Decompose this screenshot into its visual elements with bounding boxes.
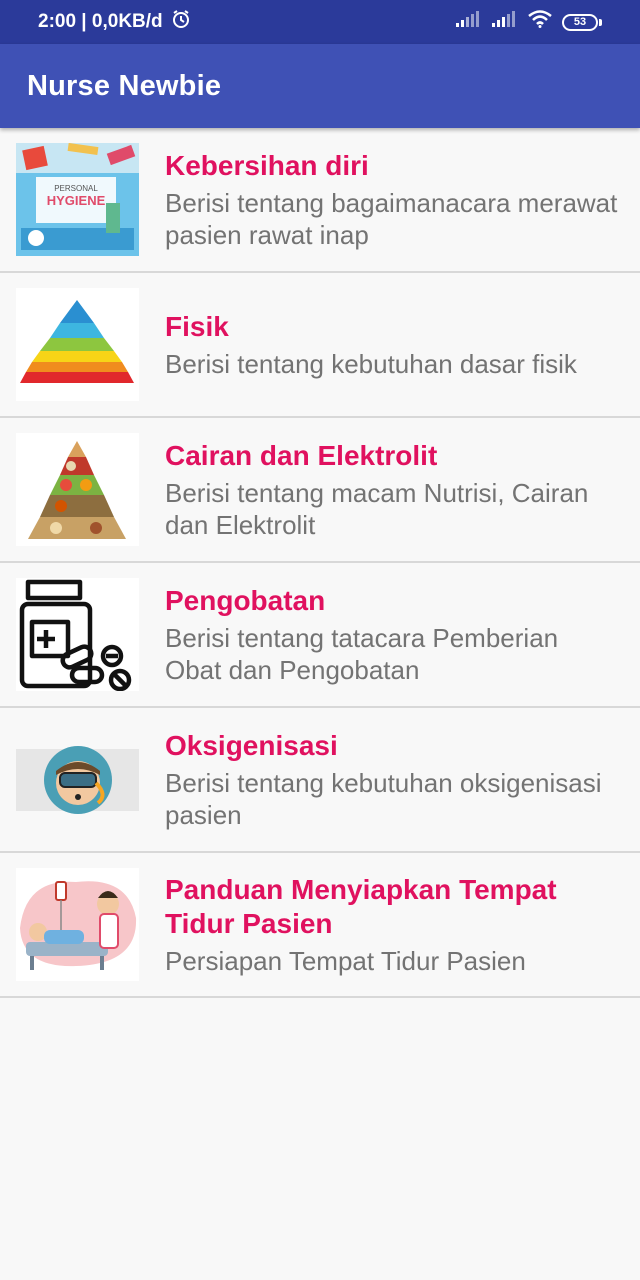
status-bar: 2:00 | 0,0KB/d 53	[0, 0, 640, 44]
app-title: Nurse Newbie	[27, 69, 222, 102]
item-description: Berisi tentang bagaimanacara merawat pas…	[165, 187, 618, 250]
battery-icon: 53	[562, 13, 602, 31]
item-title: Cairan dan Elektrolit	[165, 439, 438, 471]
svg-text:PERSONAL: PERSONAL	[54, 184, 98, 193]
list-item-kebersihan-diri[interactable]: PERSONAL HYGIENE Kebersihan diri Berisi …	[0, 128, 640, 273]
status-time-speed: 2:00 | 0,0KB/d	[38, 11, 163, 32]
list-item-panduan-tempat-tidur[interactable]: Panduan Menyiapkan Tempat Tidur Pasien P…	[0, 853, 640, 998]
item-description: Berisi tentang kebutuhan oksigenisasi pa…	[165, 767, 602, 830]
item-title: Pengobatan	[165, 584, 326, 616]
status-right: 53	[456, 10, 602, 34]
topic-list: PERSONAL HYGIENE Kebersihan diri Berisi …	[0, 128, 640, 998]
item-title: Kebersihan diri	[165, 149, 369, 181]
signal-icon	[456, 11, 482, 33]
item-text: Cairan dan Elektrolit Berisi tentang mac…	[165, 439, 640, 541]
item-description: Berisi tentang macam Nutrisi, Cairan dan…	[165, 477, 589, 540]
item-title: Oksigenisasi	[165, 729, 338, 761]
signal-icon-2	[492, 11, 518, 33]
item-title: Fisik	[165, 310, 229, 342]
list-item-oksigenisasi[interactable]: Oksigenisasi Berisi tentang kebutuhan ok…	[0, 708, 640, 853]
status-left: 2:00 | 0,0KB/d	[38, 9, 191, 35]
battery-level: 53	[562, 13, 598, 31]
app-bar: Nurse Newbie	[0, 44, 640, 128]
wifi-icon	[528, 10, 552, 34]
personal-hygiene-image: PERSONAL HYGIENE	[16, 143, 139, 256]
diver-mask-image	[16, 723, 139, 836]
item-text: Panduan Menyiapkan Tempat Tidur Pasien P…	[165, 873, 640, 977]
alarm-icon	[171, 9, 191, 35]
item-description: Berisi tentang tatacara Pemberian Obat d…	[165, 622, 559, 685]
maslow-pyramid-image	[16, 288, 139, 401]
food-pyramid-image	[16, 433, 139, 546]
item-text: Fisik Berisi tentang kebutuhan dasar fis…	[165, 310, 597, 380]
item-text: Pengobatan Berisi tentang tatacara Pembe…	[165, 584, 640, 686]
item-text: Kebersihan diri Berisi tentang bagaimana…	[165, 149, 640, 251]
medicine-bottle-image	[16, 578, 139, 691]
nurse-patient-bed-image	[16, 868, 139, 981]
battery-cap	[599, 18, 602, 26]
list-item-cairan-dan-elektrolit[interactable]: Cairan dan Elektrolit Berisi tentang mac…	[0, 418, 640, 563]
item-title: Panduan Menyiapkan Tempat Tidur Pasien	[165, 873, 557, 939]
item-description: Persiapan Tempat Tidur Pasien	[165, 945, 526, 976]
list-item-pengobatan[interactable]: Pengobatan Berisi tentang tatacara Pembe…	[0, 563, 640, 708]
item-text: Oksigenisasi Berisi tentang kebutuhan ok…	[165, 729, 640, 831]
svg-text:HYGIENE: HYGIENE	[47, 193, 106, 208]
list-item-fisik[interactable]: Fisik Berisi tentang kebutuhan dasar fis…	[0, 273, 640, 418]
item-description: Berisi tentang kebutuhan dasar fisik	[165, 348, 577, 379]
